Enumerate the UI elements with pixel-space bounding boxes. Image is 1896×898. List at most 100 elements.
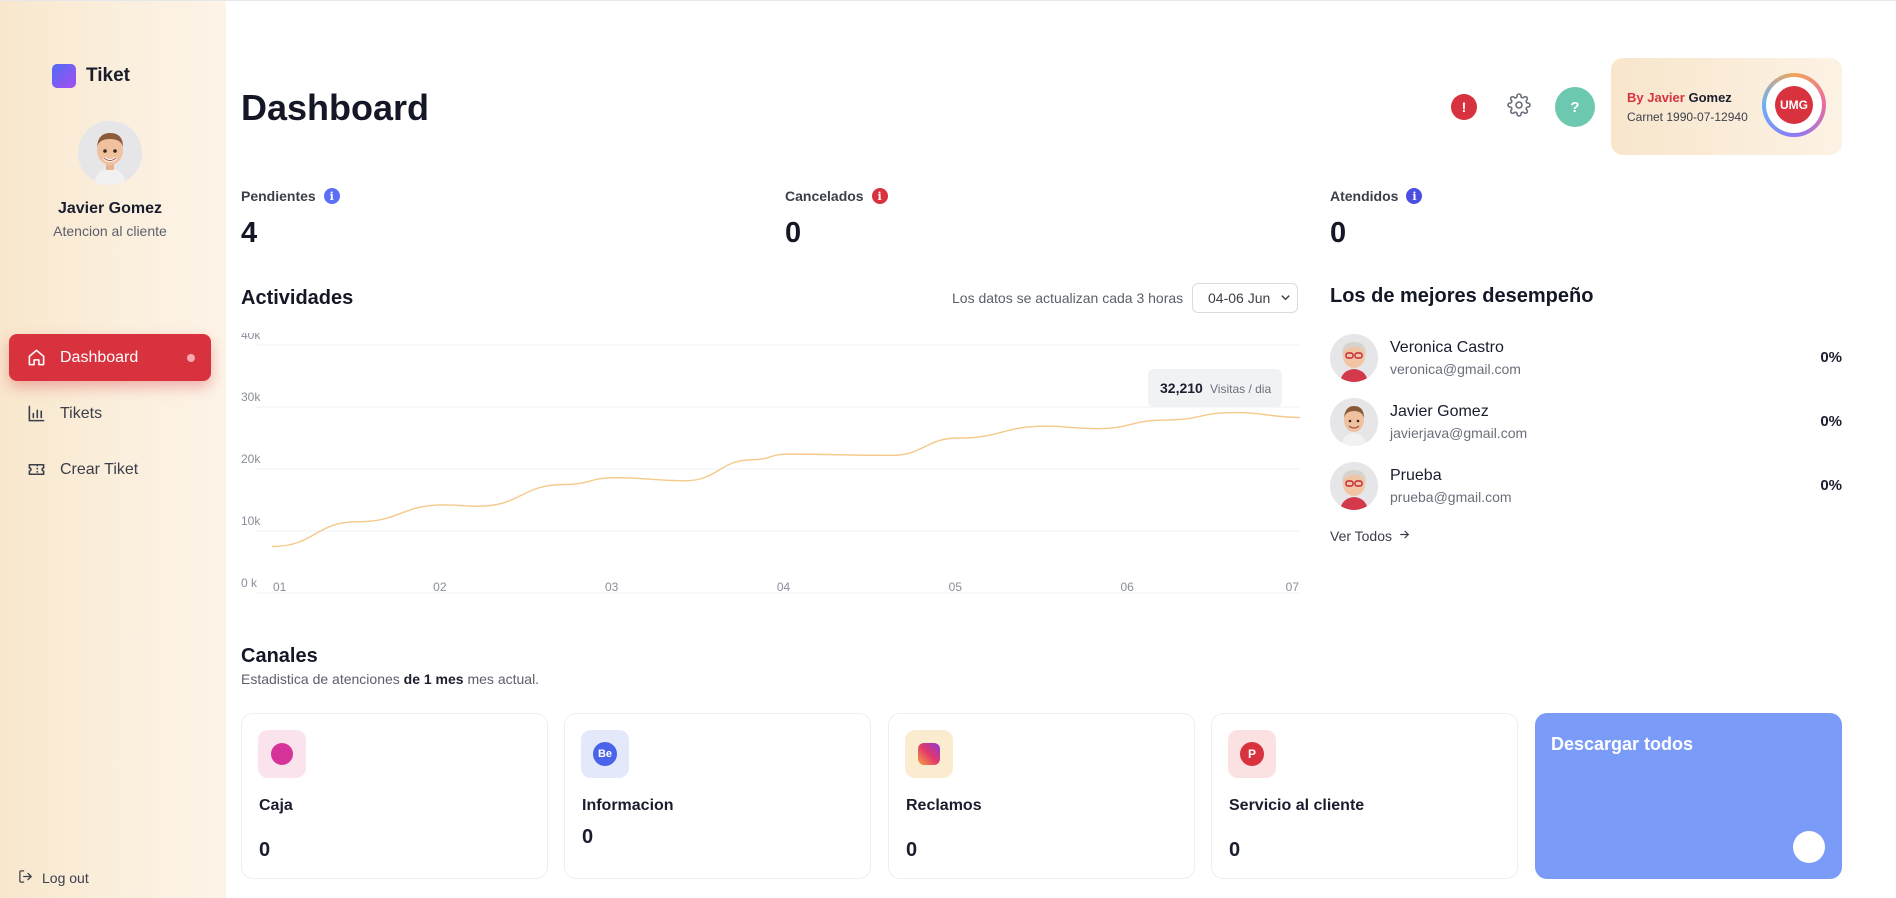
download-circle-icon bbox=[1793, 831, 1825, 863]
chart-tooltip-unit: Visitas / dia bbox=[1210, 382, 1271, 396]
sidebar-item-dashboard[interactable]: Dashboard bbox=[9, 334, 211, 381]
channel-card-reclamos[interactable]: Reclamos 0 bbox=[888, 713, 1195, 879]
performer-email: veronica@gmail.com bbox=[1390, 361, 1521, 377]
stat-label: Pendientes bbox=[241, 188, 316, 204]
performer-email: prueba@gmail.com bbox=[1390, 489, 1512, 505]
user-card-logo-ring: UMG bbox=[1762, 73, 1826, 137]
channel-card-informacion[interactable]: Be Informacion 0 bbox=[564, 713, 871, 879]
female-avatar bbox=[1330, 334, 1378, 382]
instagram-icon bbox=[905, 730, 953, 778]
channel-value: 0 bbox=[1229, 839, 1241, 861]
date-range-value: 04-06 Jun bbox=[1208, 290, 1271, 306]
chart-tooltip-value: 32,210 bbox=[1160, 380, 1203, 396]
user-card-author-prefix: By Javier bbox=[1627, 90, 1685, 105]
see-all-link[interactable]: Ver Todos bbox=[1330, 528, 1411, 544]
sidebar-item-label: Crear Tiket bbox=[60, 460, 139, 478]
performer-row[interactable]: Prueba prueba@gmail.com 0% bbox=[1330, 462, 1842, 512]
brand[interactable]: Tiket bbox=[52, 64, 130, 88]
logout-icon bbox=[18, 869, 33, 887]
performer-email: javierjava@gmail.com bbox=[1390, 425, 1528, 441]
male-avatar bbox=[1330, 398, 1378, 446]
channel-value: 0 bbox=[582, 826, 594, 848]
chart-series-line bbox=[271, 411, 1300, 548]
sidebar-item-crear-tiket[interactable]: Crear Tiket bbox=[9, 446, 211, 493]
see-all-label: Ver Todos bbox=[1330, 528, 1393, 544]
stat-value: 0 bbox=[1330, 217, 1347, 249]
channels-subtitle-post: mes actual. bbox=[467, 671, 540, 687]
page-title: Dashboard bbox=[241, 87, 430, 128]
pinterest-icon: P bbox=[1228, 730, 1276, 778]
behance-icon-glyph: Be bbox=[593, 742, 617, 766]
chart-x-tick-label: 03 bbox=[605, 580, 619, 594]
channel-card-servicio[interactable]: P Servicio al cliente 0 bbox=[1211, 713, 1518, 879]
alert-button[interactable]: ! bbox=[1451, 94, 1477, 120]
stat-pendientes: Pendientes i 4 bbox=[241, 188, 340, 250]
chart-x-tick-label: 04 bbox=[777, 580, 791, 594]
performer-row[interactable]: Javier Gomez javierjava@gmail.com 0% bbox=[1330, 398, 1842, 448]
profile-role: Atencion al cliente bbox=[53, 223, 167, 239]
download-all-label: Descargar todos bbox=[1551, 734, 1694, 754]
profile-avatar bbox=[78, 121, 142, 185]
channel-value: 0 bbox=[906, 839, 918, 861]
chart-x-tick-label: 06 bbox=[1120, 580, 1134, 594]
ticket-icon bbox=[26, 460, 46, 480]
help-icon: ? bbox=[1570, 98, 1580, 116]
channel-label: Servicio al cliente bbox=[1229, 797, 1365, 814]
help-button[interactable]: ? bbox=[1555, 87, 1595, 127]
chart-x-tick-label: 02 bbox=[433, 580, 447, 594]
settings-button[interactable] bbox=[1505, 92, 1533, 122]
channel-label: Reclamos bbox=[906, 797, 982, 814]
chart-y-tick-label: 10k bbox=[241, 514, 261, 528]
performer-row[interactable]: Veronica Castro veronica@gmail.com 0% bbox=[1330, 334, 1842, 384]
date-range-select[interactable]: 04-06 Jun bbox=[1192, 283, 1298, 313]
active-indicator-dot bbox=[187, 354, 195, 362]
stat-cancelados: Cancelados i 0 bbox=[785, 188, 888, 250]
female-avatar bbox=[1330, 462, 1378, 510]
user-card-author-suffix: Gomez bbox=[1688, 90, 1732, 105]
channel-card-caja[interactable]: Caja 0 bbox=[241, 713, 548, 879]
performer-name: Javier Gomez bbox=[1390, 403, 1489, 420]
user-card-author: By Javier Gomez bbox=[1627, 90, 1732, 105]
performer-percent: 0% bbox=[1820, 349, 1842, 366]
sidebar: Tiket Javier Gomez Atencion al cliente D… bbox=[0, 1, 226, 898]
activities-title: Actividades bbox=[241, 287, 354, 309]
arrow-right-icon bbox=[1398, 528, 1411, 544]
chart-y-tick-label: 40k bbox=[241, 333, 261, 342]
dribbble-icon bbox=[258, 730, 306, 778]
chevron-down-icon bbox=[1280, 290, 1291, 306]
bar-chart-icon bbox=[26, 404, 46, 424]
chart-x-tick-label: 05 bbox=[949, 580, 963, 594]
stat-label: Atendidos bbox=[1330, 188, 1399, 204]
profile-name: Javier Gomez bbox=[57, 200, 163, 217]
sidebar-item-label: Tikets bbox=[60, 404, 103, 422]
stat-value: 0 bbox=[785, 217, 802, 249]
behance-icon: Be bbox=[581, 730, 629, 778]
channels-subtitle-bold: de 1 mes bbox=[403, 671, 464, 687]
sidebar-item-tikets[interactable]: Tikets bbox=[9, 390, 211, 437]
user-card[interactable]: By Javier Gomez Carnet 1990-07-12940 UMG bbox=[1611, 58, 1842, 155]
gear-icon bbox=[1507, 92, 1531, 122]
performers-title: Los de mejores desempeño bbox=[1330, 285, 1594, 307]
channel-label: Informacion bbox=[582, 797, 674, 814]
stat-value: 4 bbox=[241, 217, 258, 249]
chart-y-tick-label: 0 k bbox=[241, 576, 258, 590]
info-icon[interactable]: i bbox=[871, 188, 888, 204]
chart-x-tick-label: 07 bbox=[1286, 580, 1300, 594]
channel-value: 0 bbox=[259, 839, 271, 861]
stat-atendidos: Atendidos i 0 bbox=[1330, 188, 1423, 250]
channels-subtitle: Estadistica de atenciones de 1 mes mes a… bbox=[241, 671, 539, 687]
sidebar-item-label: Dashboard bbox=[60, 348, 139, 366]
chart-y-tick-label: 30k bbox=[241, 390, 261, 404]
performer-name: Prueba bbox=[1390, 467, 1442, 484]
brand-logo-icon bbox=[52, 64, 76, 88]
stat-label: Cancelados bbox=[785, 188, 864, 204]
logout-button[interactable]: Log out bbox=[18, 869, 89, 887]
channels-title: Canales bbox=[241, 645, 318, 667]
umg-logo: UMG bbox=[1775, 86, 1813, 124]
info-icon[interactable]: i bbox=[1406, 188, 1423, 204]
brand-name: Tiket bbox=[86, 65, 131, 86]
performer-percent: 0% bbox=[1820, 413, 1842, 430]
info-icon[interactable]: i bbox=[323, 188, 340, 204]
channel-label: Caja bbox=[259, 797, 293, 814]
download-all-button[interactable]: Descargar todos bbox=[1535, 713, 1842, 879]
